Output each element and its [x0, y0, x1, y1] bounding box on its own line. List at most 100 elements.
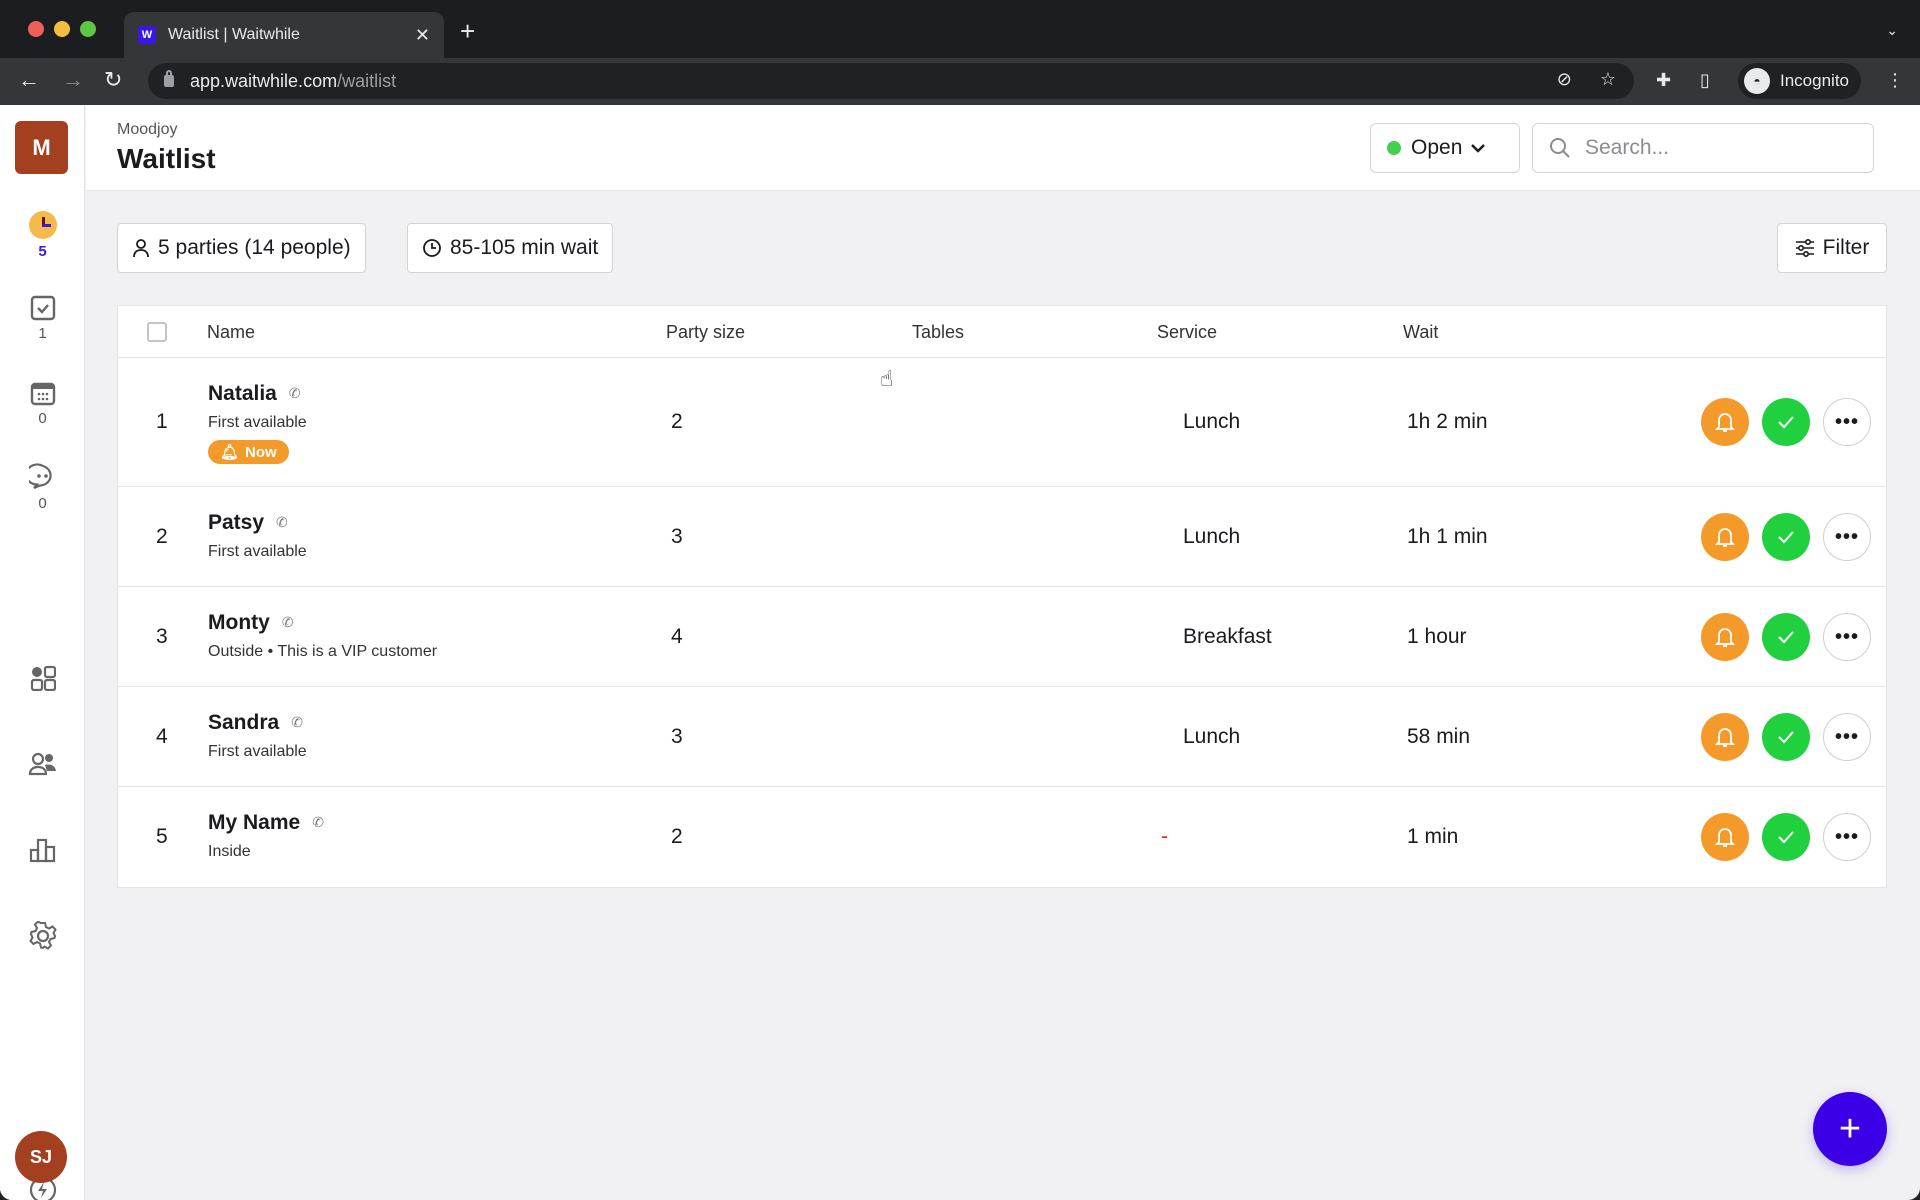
- serve-button[interactable]: [1762, 713, 1810, 761]
- column-header-wait[interactable]: Wait: [1403, 322, 1438, 343]
- table-row[interactable]: 4 Sandra ✆ First available 3 Lunch 58 min…: [118, 687, 1886, 787]
- column-header-service[interactable]: Service: [1157, 322, 1217, 343]
- notify-button[interactable]: [1701, 713, 1749, 761]
- table-row[interactable]: 5 My Name ✆ Inside 2 - 1 min •••: [118, 787, 1886, 887]
- serve-button[interactable]: [1762, 813, 1810, 861]
- back-arrow-icon[interactable]: ←: [18, 68, 40, 92]
- tab-search-chevron-icon[interactable]: ⌄: [1886, 22, 1898, 39]
- calendar-icon: [30, 382, 55, 406]
- service: Lunch: [1183, 725, 1241, 748]
- sidebar-item-settings[interactable]: [0, 921, 85, 951]
- notify-button[interactable]: [1701, 813, 1749, 861]
- puzzle-icon[interactable]: ✚: [1656, 70, 1671, 91]
- incognito-icon: ◓: [1744, 68, 1770, 94]
- column-header-party-size[interactable]: Party size: [666, 322, 745, 343]
- notify-button[interactable]: [1701, 398, 1749, 446]
- user-avatar[interactable]: SJ: [15, 1131, 67, 1183]
- guest-name: Natalia: [208, 382, 277, 405]
- bell-icon: [1715, 628, 1735, 647]
- notify-button[interactable]: [1701, 613, 1749, 661]
- table-row[interactable]: 2 Patsy ✆ First available 3 Lunch 1h 1 mi…: [118, 487, 1886, 587]
- more-options-button[interactable]: •••: [1823, 713, 1871, 761]
- reload-icon[interactable]: ↻: [104, 68, 122, 92]
- parties-summary-chip[interactable]: 5 parties (14 people): [117, 223, 366, 273]
- waitlist-table: Name Party size Tables Service Wait 1 Na…: [117, 305, 1887, 888]
- phone-icon[interactable]: ✆: [289, 385, 301, 402]
- party-size: 2: [671, 410, 683, 433]
- sidebar-item-customers[interactable]: [0, 751, 85, 777]
- lock-icon: [164, 70, 174, 87]
- tab-title: Waitlist | Waitwhile: [168, 26, 300, 43]
- serve-button[interactable]: [1762, 513, 1810, 561]
- forward-arrow-icon[interactable]: →: [62, 68, 84, 92]
- sidebar-item-serving[interactable]: 1: [0, 295, 85, 342]
- guest-name: My Name: [208, 811, 301, 834]
- select-all-checkbox[interactable]: [147, 322, 167, 342]
- close-tab-icon[interactable]: ✕: [415, 25, 430, 46]
- grid-icon: [30, 665, 56, 691]
- phone-icon[interactable]: ✆: [312, 814, 324, 831]
- browser-chrome: W Waitlist | Waitwhile ✕ + ⌄ ← → ↻ app.w…: [0, 0, 1920, 105]
- incognito-profile-button[interactable]: ◓ Incognito: [1738, 63, 1861, 99]
- more-options-button[interactable]: •••: [1823, 813, 1871, 861]
- guest-name: Patsy: [208, 511, 265, 534]
- serve-button[interactable]: [1762, 613, 1810, 661]
- window-maximize-button[interactable]: [80, 21, 96, 37]
- chevron-down-icon: [1471, 144, 1486, 153]
- address-bar[interactable]: app.waitwhile.com/waitlist ⊘ ☆: [148, 63, 1634, 99]
- org-switcher[interactable]: M: [15, 121, 68, 174]
- browser-tab[interactable]: W Waitlist | Waitwhile ✕: [124, 12, 444, 58]
- phone-icon[interactable]: ✆: [276, 514, 288, 531]
- notified-now-badge: 🔔︎ Now: [208, 440, 289, 464]
- phone-icon[interactable]: ✆: [282, 614, 294, 631]
- chat-icon: [28, 463, 52, 490]
- eye-slash-icon[interactable]: ⊘: [1557, 69, 1572, 90]
- party-size: 3: [671, 525, 683, 548]
- window-close-button[interactable]: [28, 21, 44, 37]
- check-square-icon: [30, 295, 55, 321]
- column-header-name[interactable]: Name: [207, 322, 255, 343]
- sidebar-item-apps[interactable]: [0, 665, 85, 691]
- table-row[interactable]: 1 Natalia ✆ First available 🔔︎ Now 2 Lunch…: [118, 358, 1886, 487]
- more-options-button[interactable]: •••: [1823, 398, 1871, 446]
- star-icon[interactable]: ☆: [1600, 69, 1616, 90]
- sidebar-item-bookings[interactable]: 0: [0, 380, 85, 427]
- search-input[interactable]: [1585, 136, 1855, 160]
- ellipsis-icon: •••: [1834, 410, 1859, 433]
- search-icon: [1550, 138, 1570, 158]
- users-icon: [28, 752, 56, 776]
- phone-icon[interactable]: ✆: [291, 714, 303, 731]
- column-header-tables[interactable]: Tables: [912, 322, 964, 343]
- wait-time: 1 min: [1407, 825, 1459, 848]
- guest-note: First available: [208, 543, 307, 560]
- serve-button[interactable]: [1762, 398, 1810, 446]
- sidebar-item-waitlist[interactable]: 5: [0, 211, 85, 260]
- new-tab-button[interactable]: +: [460, 18, 475, 44]
- search-field[interactable]: [1532, 123, 1874, 173]
- status-label: Open: [1411, 136, 1463, 159]
- queue-position: 2: [156, 525, 168, 548]
- sidebar-item-messages[interactable]: 0: [0, 463, 85, 512]
- queue-position: 3: [156, 625, 168, 648]
- org-name: Moodjoy: [117, 121, 178, 138]
- queue-position: 5: [156, 825, 168, 848]
- table-row[interactable]: 3 Monty ✆ Outside • This is a VIP custome…: [118, 587, 1886, 687]
- kebab-menu-icon[interactable]: ⋮: [1886, 70, 1904, 91]
- tab-strip: W Waitlist | Waitwhile ✕ + ⌄: [0, 0, 1920, 58]
- url-host: app.waitwhile.com: [190, 70, 338, 91]
- service: -: [1161, 825, 1168, 848]
- wait-time: 1h 1 min: [1407, 525, 1488, 548]
- sidebar-item-analytics[interactable]: [0, 837, 85, 863]
- ellipsis-icon: •••: [1834, 825, 1859, 848]
- clock-icon: [28, 211, 57, 239]
- window-minimize-button[interactable]: [54, 21, 70, 37]
- more-options-button[interactable]: •••: [1823, 513, 1871, 561]
- location-status-dropdown[interactable]: Open: [1370, 123, 1520, 173]
- notify-button[interactable]: [1701, 513, 1749, 561]
- add-guest-button[interactable]: +: [1813, 1092, 1887, 1166]
- sidepanel-icon[interactable]: ▯: [1700, 70, 1710, 91]
- guest-note: First available: [208, 743, 307, 760]
- wait-estimate-chip[interactable]: 85-105 min wait: [407, 223, 614, 273]
- more-options-button[interactable]: •••: [1823, 613, 1871, 661]
- filter-button[interactable]: Filter: [1777, 223, 1887, 273]
